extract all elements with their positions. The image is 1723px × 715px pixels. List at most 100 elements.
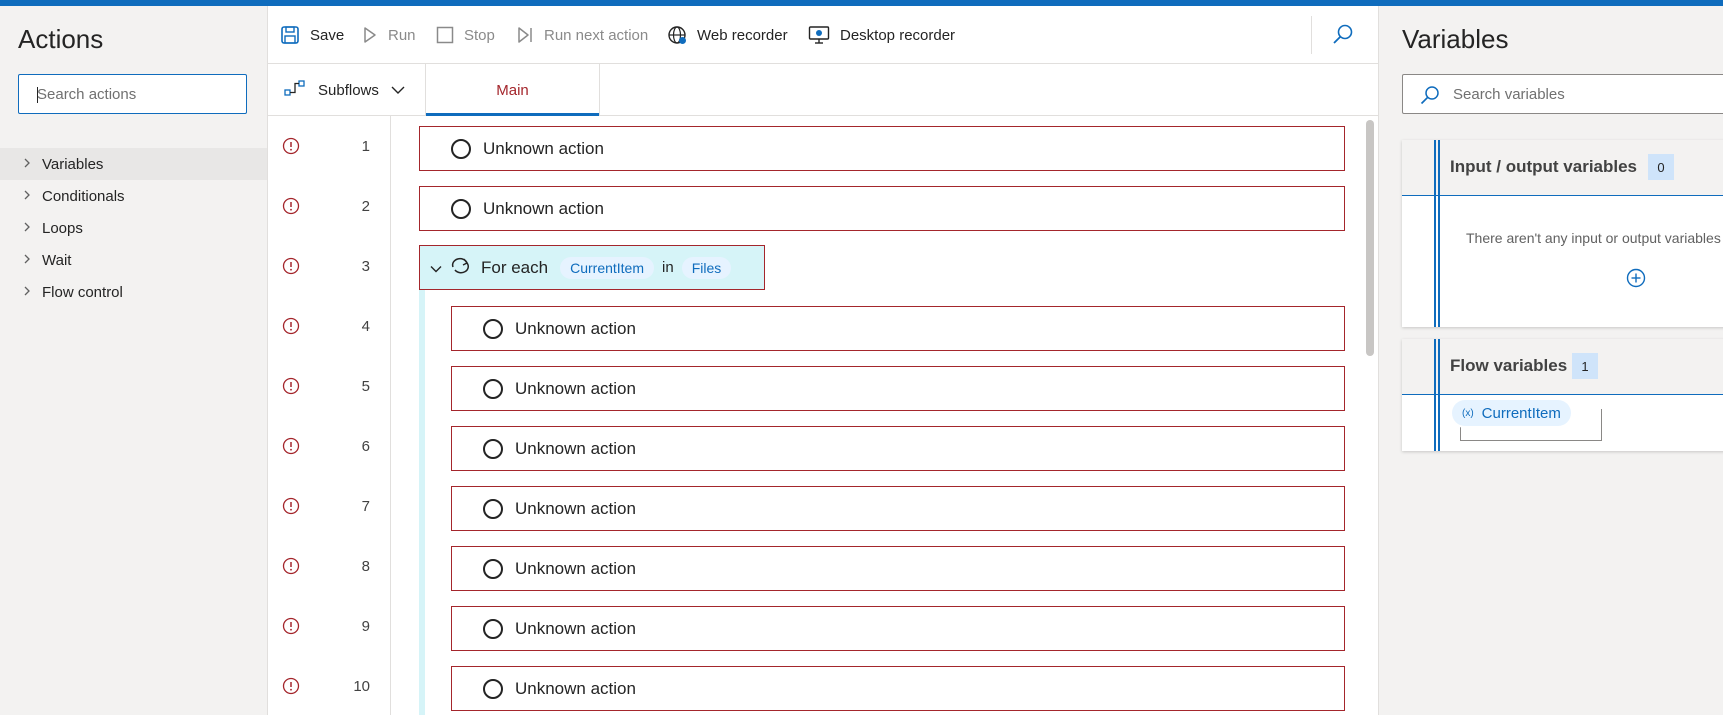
tree-item-label: Flow control [42, 283, 123, 301]
error-icon [282, 257, 300, 280]
status-circle-icon [451, 198, 471, 219]
error-icon [282, 677, 300, 700]
subflow-icon [284, 79, 306, 101]
variables-title: Variables [1402, 24, 1509, 54]
action-card[interactable]: Unknown action [419, 186, 1345, 231]
save-button[interactable]: Save [280, 6, 344, 64]
chevron-down-icon[interactable] [430, 258, 442, 278]
error-icon [282, 197, 300, 220]
variable-icon: (x) [1462, 407, 1474, 419]
line-number: 7 [361, 498, 370, 515]
tree-item-label: Wait [42, 251, 72, 269]
flow-row: 3 For each CurrentItem in Files [268, 236, 1348, 296]
error-icon [282, 557, 300, 580]
section-accent [1438, 140, 1440, 327]
action-label: Unknown action [515, 498, 636, 518]
desktop-recorder-button[interactable]: Desktop recorder [808, 6, 955, 64]
variable-name: CurrentItem [1481, 404, 1561, 422]
web-recorder-label: Web recorder [697, 26, 788, 44]
error-icon [282, 317, 300, 340]
status-circle-icon [483, 618, 503, 639]
search-flow-button[interactable] [1332, 23, 1354, 50]
flow-row: 5 Unknown action [268, 356, 1348, 416]
section-accent [1434, 140, 1436, 327]
actions-tree: Variables Conditionals Loops Wait Flow c… [0, 148, 267, 308]
tab-main[interactable]: Main [425, 64, 600, 116]
status-circle-icon [483, 318, 503, 339]
count-badge: 1 [1572, 353, 1598, 379]
run-next-action-button[interactable]: Run next action [516, 6, 648, 64]
action-label: Unknown action [483, 138, 604, 158]
action-label: Unknown action [515, 678, 636, 698]
chevron-right-icon [22, 221, 42, 235]
error-icon [282, 137, 300, 160]
stop-button[interactable]: Stop [436, 6, 495, 64]
variable-token[interactable]: Files [681, 256, 732, 279]
search-actions-input[interactable] [18, 74, 247, 114]
variable-token[interactable]: CurrentItem [560, 256, 655, 279]
tree-item-wait[interactable]: Wait [0, 244, 267, 276]
action-card[interactable]: Unknown action [451, 606, 1345, 651]
run-button[interactable]: Run [362, 6, 416, 64]
flow-row: 6 Unknown action [268, 416, 1348, 476]
status-circle-icon [483, 498, 503, 519]
action-label: Unknown action [515, 558, 636, 578]
variable-chip[interactable]: (x) CurrentItem [1452, 400, 1571, 426]
flow-row: 2 Unknown action [268, 176, 1348, 236]
error-icon [282, 437, 300, 460]
empty-message: There aren't any input or output variabl… [1466, 230, 1721, 246]
status-circle-icon [483, 378, 503, 399]
error-icon [282, 377, 300, 400]
tree-item-conditionals[interactable]: Conditionals [0, 180, 267, 212]
status-circle-icon [483, 678, 503, 699]
tree-item-loops[interactable]: Loops [0, 212, 267, 244]
search-variables-box[interactable] [1402, 74, 1723, 114]
search-variables-input[interactable] [1453, 75, 1723, 113]
chevron-right-icon [22, 253, 42, 267]
toolbar: Save Run Stop Run next action Web record… [268, 6, 1378, 64]
section-accent [1434, 339, 1436, 451]
flow-row: 8 Unknown action [268, 536, 1348, 596]
action-card[interactable]: Unknown action [451, 666, 1345, 711]
for-each-action-card[interactable]: For each CurrentItem in Files [419, 245, 765, 290]
line-number: 9 [361, 618, 370, 635]
tree-item-label: Variables [42, 155, 104, 173]
desktop-recorder-label: Desktop recorder [840, 26, 956, 44]
text-caret [37, 87, 38, 103]
actions-pane: Actions Variables Conditionals Loops Wai [0, 6, 268, 715]
flow-row: 7 Unknown action [268, 476, 1348, 536]
action-card[interactable]: Unknown action [451, 306, 1345, 351]
flow-variables-header[interactable]: Flow variables 1 [1402, 339, 1723, 395]
monitor-icon [808, 25, 830, 45]
subflows-dropdown[interactable]: Subflows [284, 64, 405, 116]
variables-pane: Variables Input / output variables 0 The… [1378, 6, 1723, 715]
action-card[interactable]: Unknown action [451, 366, 1345, 411]
play-icon [362, 26, 378, 44]
action-card[interactable]: Unknown action [451, 546, 1345, 591]
io-variables-section: Input / output variables 0 There aren't … [1402, 140, 1723, 327]
save-label: Save [310, 26, 345, 44]
action-card[interactable]: Unknown action [451, 426, 1345, 471]
line-number: 4 [361, 318, 370, 335]
tree-item-variables[interactable]: Variables [0, 148, 267, 180]
line-number: 2 [361, 198, 370, 215]
tree-item-label: Loops [42, 219, 83, 237]
stop-icon [436, 26, 454, 44]
action-label: For each [481, 257, 549, 277]
loop-icon [449, 255, 471, 280]
toolbar-separator [1311, 16, 1312, 54]
tree-item-flow-control[interactable]: Flow control [0, 276, 267, 308]
error-icon [282, 617, 300, 640]
action-card[interactable]: Unknown action [451, 486, 1345, 531]
io-variables-header[interactable]: Input / output variables 0 [1402, 140, 1723, 196]
action-card[interactable]: Unknown action [419, 126, 1345, 171]
chevron-down-icon [391, 82, 405, 99]
canvas-scrollbar[interactable] [1366, 120, 1374, 356]
run-label: Run [388, 26, 416, 44]
section-title: Flow variables [1450, 356, 1568, 375]
search-icon [1419, 85, 1441, 110]
section-title: Input / output variables [1450, 157, 1638, 176]
web-recorder-button[interactable]: Web recorder [667, 6, 788, 64]
flow-row: 9 Unknown action [268, 596, 1348, 656]
add-variable-icon[interactable] [1626, 268, 1646, 293]
